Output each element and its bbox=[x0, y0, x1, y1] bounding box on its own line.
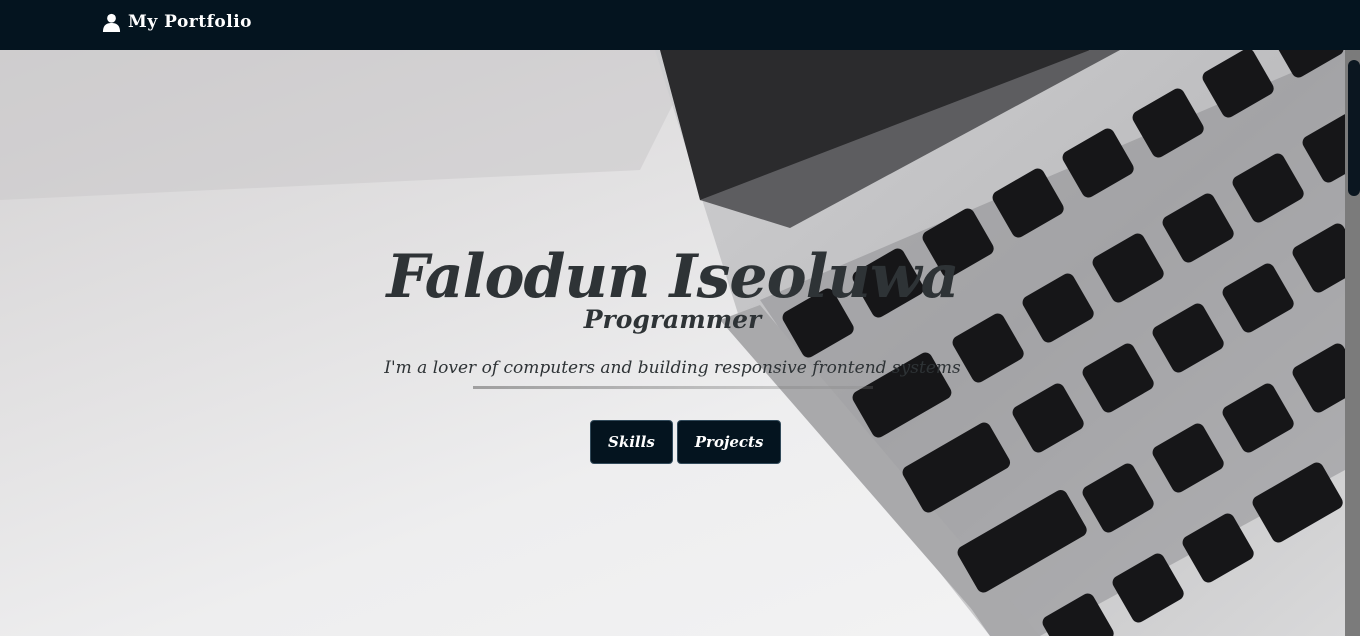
navbar: My Portfolio bbox=[0, 0, 1360, 50]
laptop-background-image bbox=[0, 50, 1345, 636]
hero-divider bbox=[473, 386, 873, 389]
brand-link[interactable]: My Portfolio bbox=[102, 12, 252, 32]
hero-title: Falodun Iseoluwa bbox=[386, 242, 959, 313]
hero-subtitle: Programmer bbox=[583, 304, 762, 334]
projects-button[interactable]: Projects bbox=[676, 420, 782, 464]
user-icon bbox=[102, 13, 121, 32]
hero-button-group: Skills Projects bbox=[590, 420, 782, 464]
hero-section: Falodun Iseoluwa Programmer I'm a lover … bbox=[0, 50, 1345, 636]
page-scrollbar[interactable] bbox=[1345, 14, 1360, 636]
scrollbar-thumb[interactable] bbox=[1348, 60, 1360, 196]
skills-button[interactable]: Skills bbox=[590, 420, 673, 464]
hero-tagline: I'm a lover of computers and building re… bbox=[384, 358, 961, 378]
brand-label: My Portfolio bbox=[128, 12, 252, 32]
